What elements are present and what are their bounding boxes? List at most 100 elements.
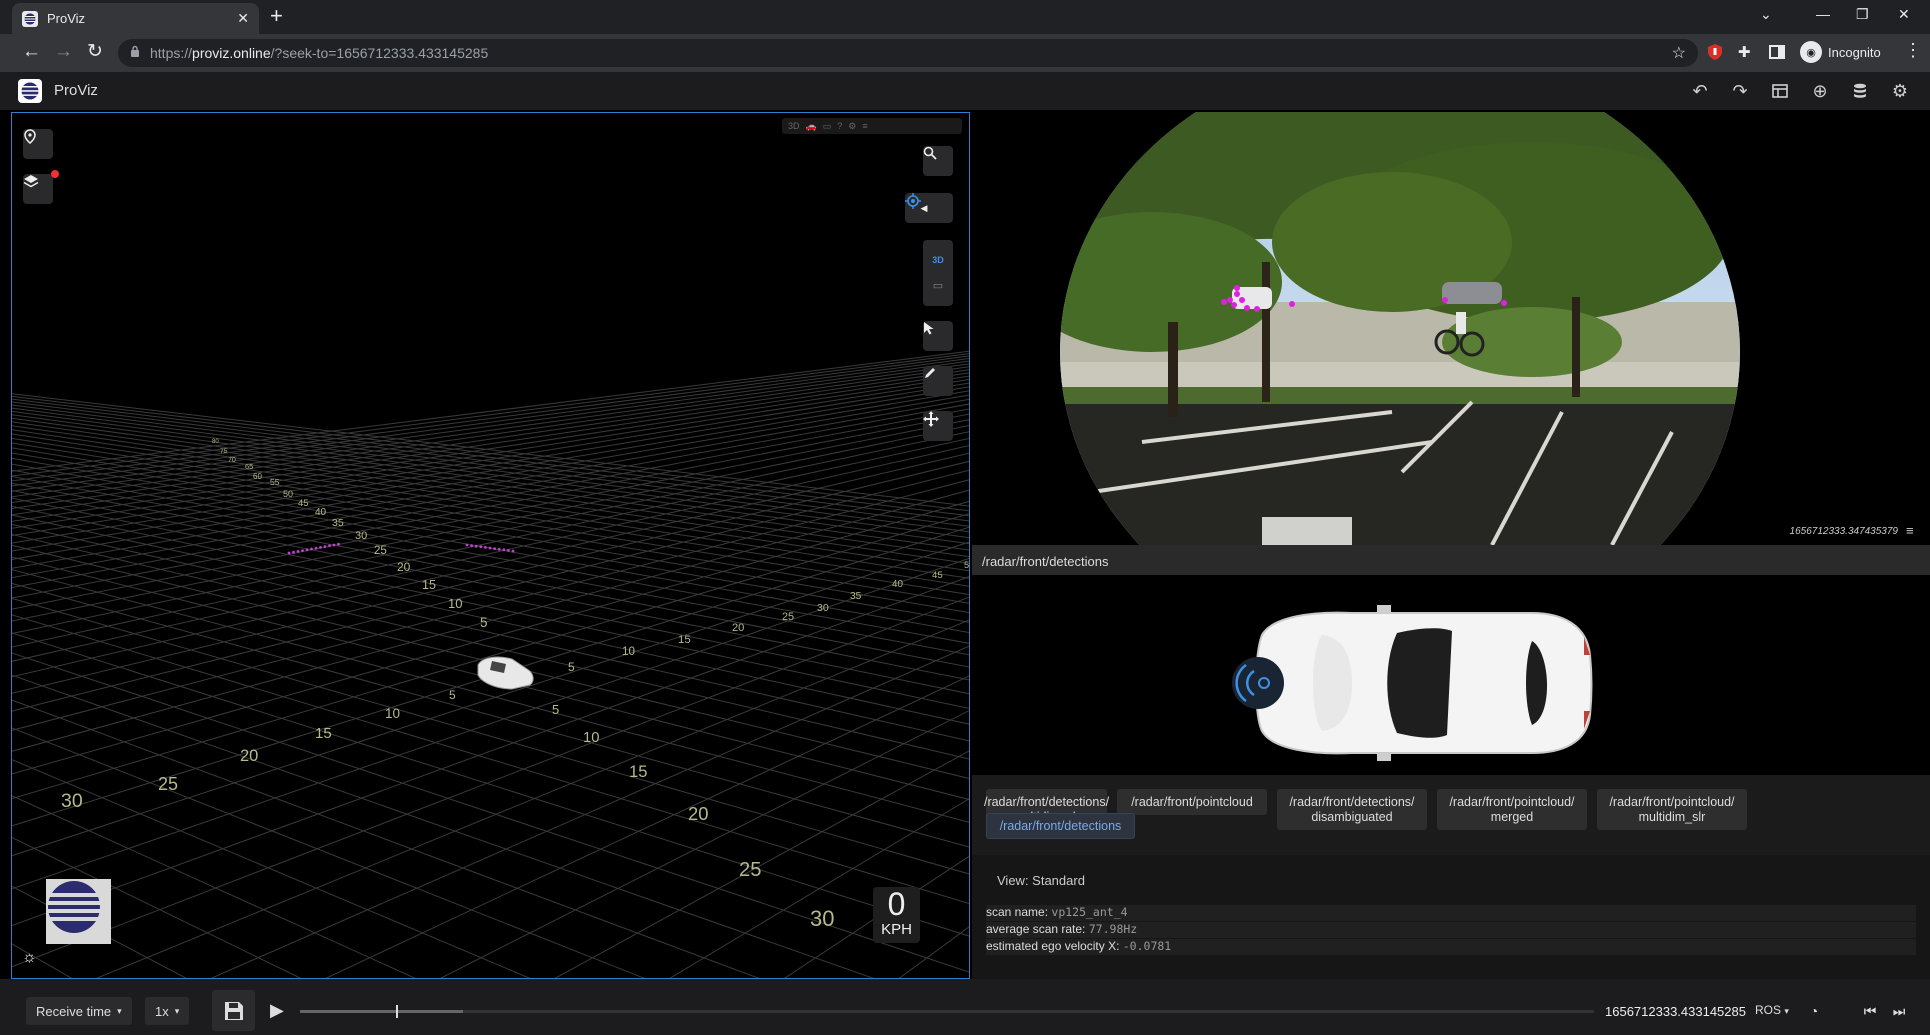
brightness-icon[interactable]: ☼ (22, 949, 40, 967)
topic-chip-detections-active[interactable]: /radar/front/detections (986, 813, 1135, 839)
topic-chip-pointcloud[interactable]: /radar/front/pointcloud (1117, 789, 1267, 815)
restore-icon[interactable]: ❐ (1856, 6, 1869, 23)
camera-feed[interactable]: 1656712333.347435379 ≡ (972, 112, 1930, 545)
grid-distance-label: 30 (817, 602, 829, 614)
layout-icon[interactable] (1768, 80, 1792, 102)
chevron-down-icon: ▾ (174, 1005, 180, 1016)
grid-distance-label: 35 (850, 591, 862, 602)
sensor-car-view (972, 575, 1930, 775)
select-pointer-button[interactable] (923, 321, 953, 351)
info-key: estimated ego velocity X: (986, 939, 1120, 953)
grid-distance-label: 5 (964, 560, 969, 570)
browser-toolbar: ← → ↻ https://proviz.online/?seek-to=165… (0, 34, 1930, 72)
topic-chip-line1: /radar/front/detections/ (983, 794, 1110, 809)
radar-point (323, 545, 327, 548)
reload-icon[interactable]: ↻ (87, 42, 103, 62)
truck-icon[interactable]: ▭ (823, 121, 832, 132)
playback-rate-dropdown[interactable]: 1x ▾ (145, 997, 190, 1025)
radar-point (479, 545, 483, 549)
search-icon (923, 146, 937, 160)
grid-distance-label: 15 (629, 762, 647, 781)
extensions-puzzle-icon[interactable]: ✚ (1738, 43, 1756, 61)
layers-notification-badge (51, 170, 59, 178)
timeline-progress (300, 1010, 463, 1013)
save-button[interactable] (212, 990, 255, 1031)
location-pin-button[interactable] (23, 129, 53, 159)
bookmark-star-icon[interactable]: ☆ (1672, 43, 1686, 63)
camera-detection-point (1221, 299, 1227, 305)
ruler-icon[interactable]: ▭ (933, 279, 943, 292)
draw-button[interactable] (923, 366, 953, 396)
browser-menu-icon[interactable]: ⋮ (1904, 40, 1922, 61)
zoom-search-button[interactable] (923, 146, 953, 176)
recenter-button[interactable]: ◀ (905, 193, 953, 223)
skip-next-icon[interactable]: ⏭ (1889, 1001, 1909, 1021)
topic-chip-line1: /radar/front/pointcloud (1131, 794, 1253, 809)
time-mode-label: Receive time (36, 1003, 112, 1019)
forward-icon[interactable]: → (54, 42, 73, 62)
source-label: ROS (1755, 1003, 1782, 1017)
grid-distance-label: 30 (810, 906, 834, 931)
source-dropdown[interactable]: ROS ▾ (1755, 1003, 1789, 1017)
minimize-icon[interactable]: — (1816, 6, 1830, 22)
add-panel-icon[interactable]: ⊕ (1808, 80, 1832, 102)
radar-point (507, 549, 510, 552)
help-icon[interactable]: ? (837, 121, 842, 131)
mode-3d-icon[interactable]: 3D (788, 121, 800, 131)
incognito-indicator[interactable]: ◉ Incognito (1800, 41, 1881, 63)
3d-viewer-panel[interactable]: 80 75 70 65 60 55 50 45 40 35 30 25 20 15 10 5 5 10 15 20 25… (11, 112, 970, 979)
ground-grid: 8075706560555045403530252015105510152025… (12, 350, 969, 978)
speed-value: 0 (887, 886, 906, 922)
close-window-icon[interactable]: ✕ (1898, 6, 1910, 23)
viewer-settings-strip[interactable]: 3D 🚗 ▭? ⚙ ≡ (782, 118, 962, 134)
layers-button[interactable] (23, 174, 53, 204)
timeline-thumb[interactable] (395, 1005, 398, 1018)
app-title: ProViz (54, 82, 98, 99)
info-key: scan name: (986, 905, 1049, 919)
grid-distance-label: 20 (688, 803, 708, 824)
topic-chip-pointcloud-merged[interactable]: /radar/front/pointcloud/merged (1437, 789, 1587, 830)
tab-close-icon[interactable]: ✕ (237, 10, 249, 27)
grid-distance-label: 80 (212, 439, 219, 445)
topic-chip-line2: disambiguated (1311, 809, 1393, 824)
settings-gear-icon[interactable]: ⚙ (1888, 80, 1912, 102)
strip-gear-icon[interactable]: ⚙ (848, 121, 856, 132)
info-scan-rate: average scan rate: 77.98Hz (986, 922, 1916, 938)
back-icon[interactable]: ← (22, 42, 41, 62)
topic-chip-detections-disambiguated[interactable]: /radar/front/detections/disambiguated (1277, 789, 1427, 830)
play-button[interactable]: ▶ (270, 1000, 288, 1020)
grid-distance-label: 40 (315, 507, 327, 518)
view-3d-toggle[interactable]: 3D (932, 255, 944, 265)
strip-menu-icon[interactable]: ≡ (862, 121, 867, 131)
grid-distance-label: 25 (782, 611, 794, 623)
new-tab-button[interactable]: + (270, 4, 283, 28)
info-value: 77.98Hz (1088, 922, 1138, 936)
sync-time-icon[interactable]: ◔ (1804, 1001, 1824, 1021)
incognito-icon: ◉ (1800, 41, 1822, 63)
skip-previous-icon[interactable]: ⏮ (1860, 1001, 1880, 1021)
radar-point (287, 551, 291, 555)
grid-distance-label: 20 (397, 560, 411, 574)
redo-icon[interactable]: ↷ (1728, 80, 1752, 102)
database-icon[interactable] (1848, 80, 1872, 102)
camera-menu-icon[interactable]: ≡ (1906, 524, 1922, 537)
grid-distance-label: 5 (568, 660, 575, 674)
topic-chip-pointcloud-multidim[interactable]: /radar/front/pointcloud/multidim_slr (1597, 789, 1747, 830)
tab-search-icon[interactable]: ⌄ (1760, 6, 1772, 23)
time-mode-dropdown[interactable]: Receive time ▾ (26, 997, 132, 1025)
grid-distance-label: 55 (270, 477, 280, 487)
car-icon[interactable]: 🚗 (806, 121, 817, 132)
grid-distance-label: 45 (298, 498, 309, 509)
undo-icon[interactable]: ↶ (1688, 80, 1712, 102)
pan-move-button[interactable] (923, 411, 953, 441)
chevron-down-icon: ▾ (1784, 1006, 1789, 1016)
shield-extension-icon[interactable] (1706, 43, 1724, 61)
floppy-save-icon (224, 1001, 243, 1020)
grid-distance-label: 35 (332, 517, 344, 529)
side-panel-icon[interactable] (1768, 43, 1786, 61)
timeline-scrubber[interactable] (300, 1005, 1594, 1018)
address-bar[interactable]: https://proviz.online/?seek-to=165671233… (118, 39, 1698, 67)
radar-point (465, 543, 469, 547)
layers-icon (23, 175, 39, 188)
browser-tab[interactable]: ProViz ✕ (12, 3, 259, 34)
